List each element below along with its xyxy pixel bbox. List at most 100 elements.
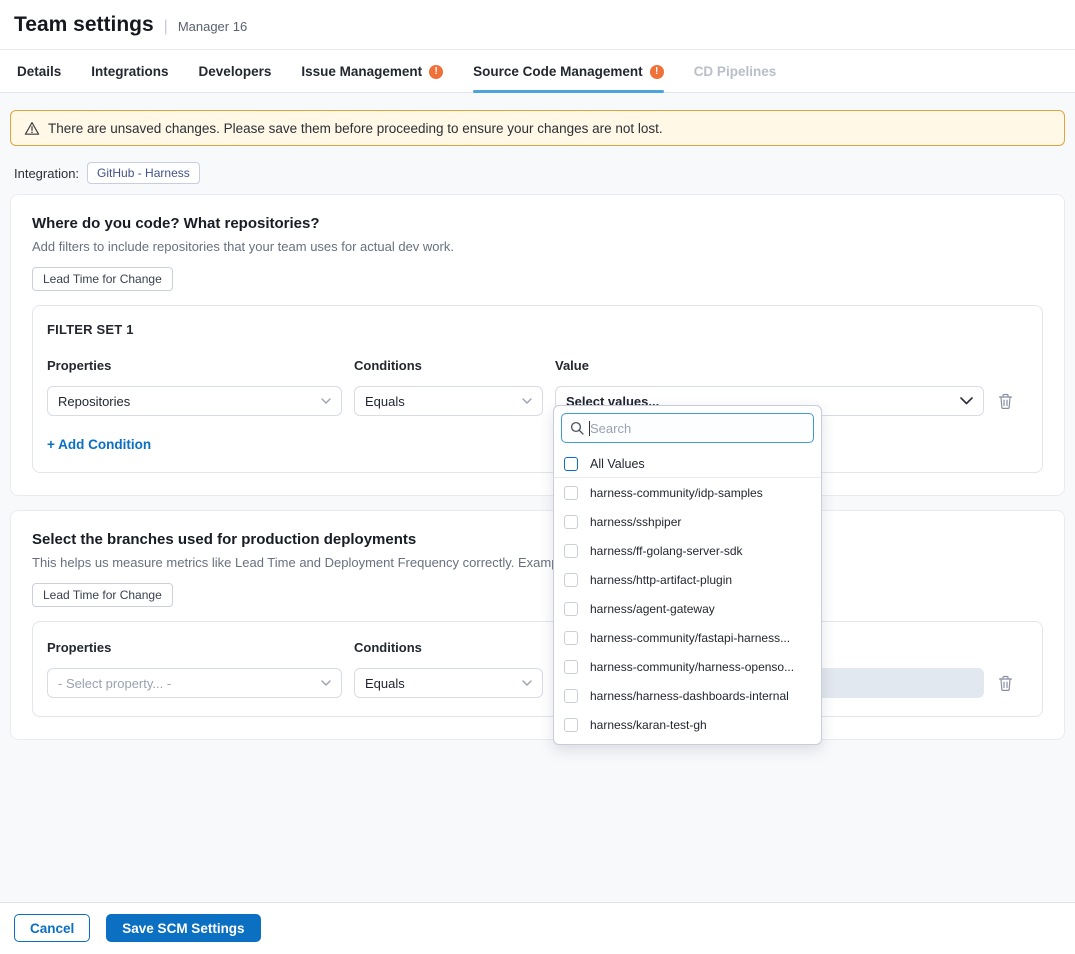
tab-bar: Details Integrations Developers Issue Ma… xyxy=(0,49,1075,93)
title-separator: | xyxy=(164,18,168,36)
values-dropdown: All Values harness-community/idp-samples… xyxy=(553,405,822,745)
repo-option-label: harness/agent-gateway xyxy=(590,602,715,616)
search-box[interactable] xyxy=(561,413,814,443)
text-caret xyxy=(589,421,590,436)
main-content: There are unsaved changes. Please save t… xyxy=(0,93,1075,902)
repo-option[interactable]: harness/harness-dashboards-internal xyxy=(554,681,821,710)
repo-option-label: harness-community/idp-samples xyxy=(590,486,763,500)
cancel-button[interactable]: Cancel xyxy=(14,914,90,942)
filter-labels-row: Properties Conditions xyxy=(47,640,1028,655)
banner-text: There are unsaved changes. Please save t… xyxy=(48,121,663,136)
repo-option[interactable]: harness/karan-test-gh xyxy=(554,710,821,739)
property-select-placeholder: - Select property... - xyxy=(58,676,171,691)
lead-time-tag: Lead Time for Change xyxy=(32,267,173,291)
repo-option[interactable]: harness/... xyxy=(554,739,821,745)
repositories-card-title: Where do you code? What repositories? xyxy=(32,215,1043,232)
filter-labels-row: Properties Conditions Value xyxy=(47,358,1028,373)
checkbox-icon[interactable] xyxy=(564,544,578,558)
repo-option[interactable]: harness-community/harness-openso... xyxy=(554,652,821,681)
checkbox-icon[interactable] xyxy=(564,689,578,703)
add-condition-link[interactable]: + Add Condition xyxy=(47,437,151,452)
page-title: Team settings xyxy=(14,13,154,37)
filter-set-branches: Properties Conditions - Select property.… xyxy=(32,621,1043,717)
repo-option-label: harness-community/harness-openso... xyxy=(590,660,794,674)
chevron-down-icon xyxy=(522,398,532,404)
tab-label: Developers xyxy=(199,64,272,79)
chevron-down-icon xyxy=(960,397,973,405)
tab-label: CD Pipelines xyxy=(694,64,777,79)
tab-label: Issue Management xyxy=(301,64,422,79)
tab-integrations[interactable]: Integrations xyxy=(91,50,168,92)
property-select[interactable]: Repositories xyxy=(47,386,342,416)
repo-option[interactable]: harness/sshpiper xyxy=(554,507,821,536)
checkbox-icon[interactable] xyxy=(564,718,578,732)
repo-option[interactable]: harness-community/idp-samples xyxy=(554,478,821,507)
condition-select[interactable]: Equals xyxy=(354,668,543,698)
page-header: Team settings | Manager 16 xyxy=(0,0,1075,49)
repo-option-label: harness/http-artifact-plugin xyxy=(590,573,732,587)
checkbox-icon[interactable] xyxy=(564,457,578,471)
integration-row: Integration: GitHub - Harness xyxy=(14,162,1075,184)
properties-label: Properties xyxy=(47,358,342,373)
checkbox-icon[interactable] xyxy=(564,660,578,674)
tab-issue-management[interactable]: Issue Management ! xyxy=(301,50,443,92)
warning-badge-icon: ! xyxy=(650,65,664,79)
filter-row: - Select property... - Equals xyxy=(47,668,1028,698)
tab-details[interactable]: Details xyxy=(17,50,61,92)
repo-option-label: harness/sshpiper xyxy=(590,515,681,529)
tab-label: Integrations xyxy=(91,64,168,79)
property-select-value: Repositories xyxy=(58,394,130,409)
branches-card: Select the branches used for production … xyxy=(10,510,1065,740)
integration-chip[interactable]: GitHub - Harness xyxy=(87,162,200,184)
warning-badge-icon: ! xyxy=(429,65,443,79)
warning-triangle-icon xyxy=(24,121,40,136)
tab-cd-pipelines: CD Pipelines xyxy=(694,50,777,92)
chevron-down-icon xyxy=(522,680,532,686)
search-icon xyxy=(570,421,584,435)
condition-select-value: Equals xyxy=(365,676,405,691)
search-input[interactable] xyxy=(590,421,805,436)
team-name-label: Manager 16 xyxy=(178,19,247,34)
unsaved-changes-banner: There are unsaved changes. Please save t… xyxy=(10,110,1065,146)
value-label: Value xyxy=(555,358,984,373)
trash-icon xyxy=(998,675,1013,692)
conditions-label: Conditions xyxy=(354,358,543,373)
repositories-card-subtitle: Add filters to include repositories that… xyxy=(32,239,1043,254)
repo-option-label: harness-community/fastapi-harness... xyxy=(590,631,790,645)
dropdown-search-wrap xyxy=(554,406,821,450)
checkbox-icon[interactable] xyxy=(564,573,578,587)
repo-option[interactable]: harness-community/fastapi-harness... xyxy=(554,623,821,652)
properties-label: Properties xyxy=(47,640,342,655)
repo-option-label: harness/ff-golang-server-sdk xyxy=(590,544,743,558)
tab-label: Details xyxy=(17,64,61,79)
property-select[interactable]: - Select property... - xyxy=(47,668,342,698)
branches-card-subtitle: This helps us measure metrics like Lead … xyxy=(32,555,1043,570)
team-settings-page: Team settings | Manager 16 Details Integ… xyxy=(0,0,1075,954)
trash-icon xyxy=(998,393,1013,410)
all-values-option[interactable]: All Values xyxy=(554,450,821,478)
tab-source-code-management[interactable]: Source Code Management ! xyxy=(473,50,664,92)
repo-option-label: harness/harness-dashboards-internal xyxy=(590,689,789,703)
delete-filter-button[interactable] xyxy=(996,673,1014,693)
repo-option[interactable]: harness/ff-golang-server-sdk xyxy=(554,536,821,565)
delete-filter-button[interactable] xyxy=(996,391,1014,411)
checkbox-icon[interactable] xyxy=(564,515,578,529)
filter-set-1: FILTER SET 1 Properties Conditions Value… xyxy=(32,305,1043,473)
tab-label: Source Code Management xyxy=(473,64,643,79)
checkbox-icon[interactable] xyxy=(564,631,578,645)
branches-card-title: Select the branches used for production … xyxy=(32,531,1043,548)
tab-developers[interactable]: Developers xyxy=(199,50,272,92)
chevron-down-icon xyxy=(321,680,331,686)
conditions-label: Conditions xyxy=(354,640,543,655)
filter-set-title: FILTER SET 1 xyxy=(47,322,1028,337)
repositories-card: Where do you code? What repositories? Ad… xyxy=(10,194,1065,496)
integration-label: Integration: xyxy=(14,166,79,181)
chevron-down-icon xyxy=(321,398,331,404)
checkbox-icon[interactable] xyxy=(564,486,578,500)
save-scm-settings-button[interactable]: Save SCM Settings xyxy=(106,914,260,942)
lead-time-tag: Lead Time for Change xyxy=(32,583,173,607)
repo-option[interactable]: harness/http-artifact-plugin xyxy=(554,565,821,594)
checkbox-icon[interactable] xyxy=(564,602,578,616)
repo-option[interactable]: harness/agent-gateway xyxy=(554,594,821,623)
condition-select[interactable]: Equals xyxy=(354,386,543,416)
